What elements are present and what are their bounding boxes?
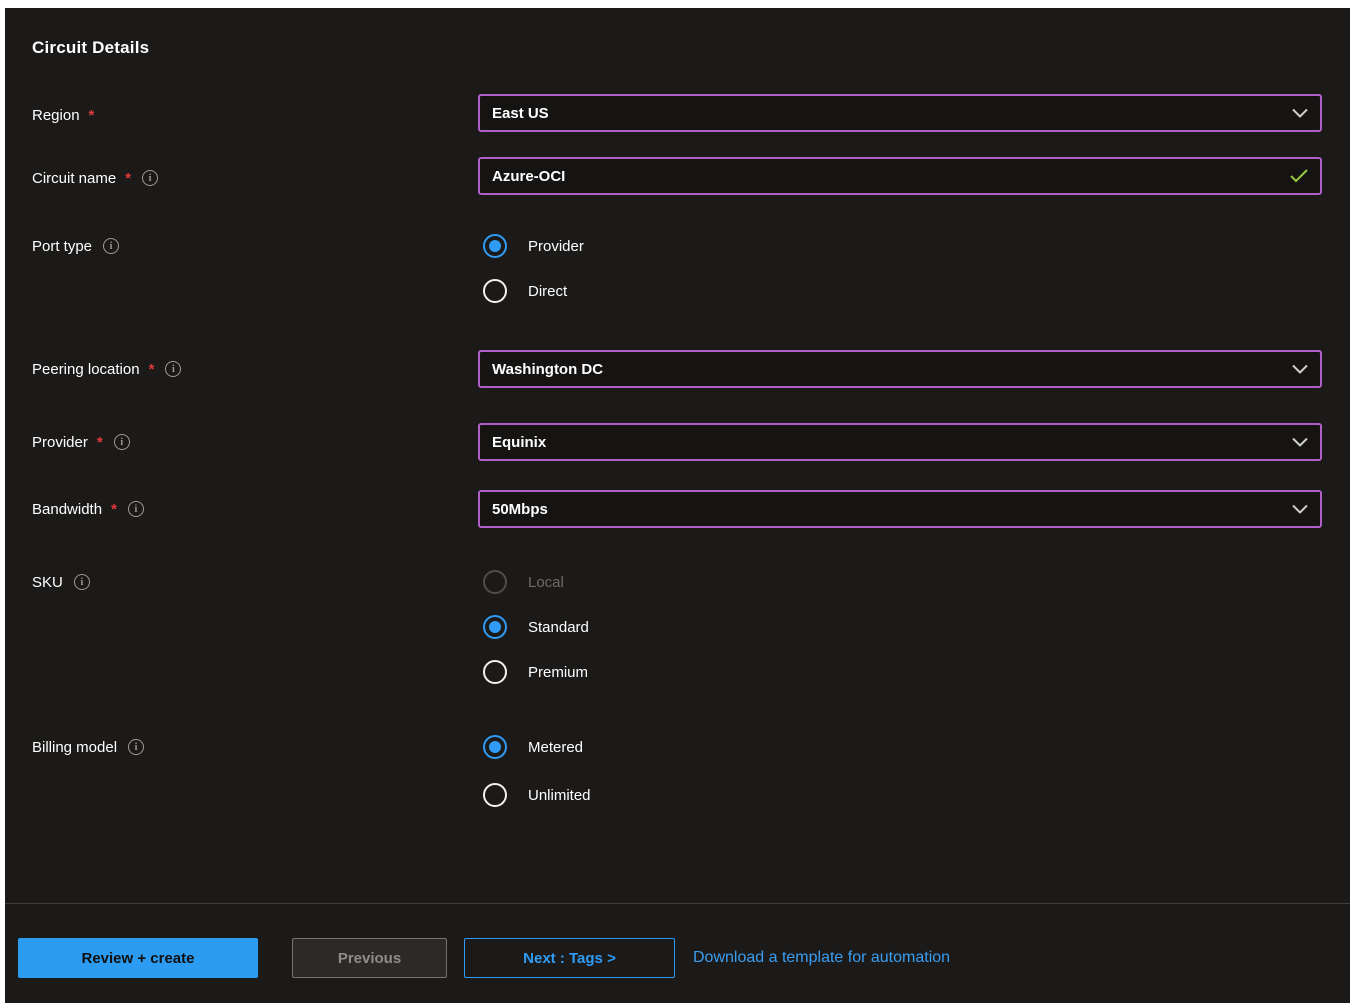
provider-dropdown[interactable]: Equinix <box>478 423 1322 461</box>
page: Circuit Details Region* East US Circuit … <box>0 0 1363 1003</box>
port-type-option-direct[interactable]: Direct <box>483 279 584 303</box>
section-title: Circuit Details <box>32 38 149 58</box>
previous-button[interactable]: Previous <box>292 938 447 978</box>
region-dropdown[interactable]: East US <box>478 94 1322 132</box>
chevron-down-icon <box>1292 505 1308 514</box>
chevron-down-icon <box>1292 438 1308 447</box>
port-type-radio-group: Provider Direct <box>483 234 584 324</box>
provider-value: Equinix <box>492 434 546 451</box>
required-asterisk: * <box>89 107 95 124</box>
footer-divider <box>5 903 1350 904</box>
chevron-down-icon <box>1292 365 1308 374</box>
radio-button-icon <box>483 279 507 303</box>
info-icon[interactable]: i <box>114 434 130 450</box>
review-create-button[interactable]: Review + create <box>18 938 258 978</box>
peering-location-value: Washington DC <box>492 361 603 378</box>
bandwidth-value: 50Mbps <box>492 501 548 518</box>
circuit-details-panel: Circuit Details Region* East US Circuit … <box>5 8 1350 1003</box>
valid-check-icon <box>1290 169 1308 183</box>
region-value: East US <box>492 105 549 122</box>
billing-model-label: Billing model i <box>32 737 144 757</box>
port-type-label: Port type i <box>32 236 119 256</box>
radio-button-icon <box>483 615 507 639</box>
port-type-option-provider[interactable]: Provider <box>483 234 584 258</box>
billing-model-option-unlimited[interactable]: Unlimited <box>483 783 591 807</box>
info-icon[interactable]: i <box>74 574 90 590</box>
region-label: Region* <box>32 105 94 125</box>
radio-button-icon <box>483 783 507 807</box>
required-asterisk: * <box>149 361 155 378</box>
circuit-name-input[interactable] <box>492 159 1280 193</box>
radio-button-icon <box>483 234 507 258</box>
circuit-name-label: Circuit name* i <box>32 168 158 188</box>
next-tags-button[interactable]: Next : Tags > <box>464 938 675 978</box>
info-icon[interactable]: i <box>103 238 119 254</box>
radio-button-icon <box>483 570 507 594</box>
sku-option-local[interactable]: Local <box>483 570 589 594</box>
billing-model-radio-group: Metered Unlimited <box>483 735 591 828</box>
sku-radio-group: Local Standard Premium <box>483 570 589 705</box>
info-icon[interactable]: i <box>165 361 181 377</box>
circuit-name-field <box>478 157 1322 195</box>
sku-label: SKU i <box>32 572 90 592</box>
radio-button-icon <box>483 735 507 759</box>
required-asterisk: * <box>111 501 117 518</box>
provider-label: Provider* i <box>32 432 130 452</box>
peering-location-dropdown[interactable]: Washington DC <box>478 350 1322 388</box>
required-asterisk: * <box>125 170 131 187</box>
sku-option-premium[interactable]: Premium <box>483 660 589 684</box>
required-asterisk: * <box>97 434 103 451</box>
bandwidth-label: Bandwidth* i <box>32 499 144 519</box>
peering-location-label: Peering location* i <box>32 359 181 379</box>
radio-button-icon <box>483 660 507 684</box>
chevron-down-icon <box>1292 109 1308 118</box>
info-icon[interactable]: i <box>128 739 144 755</box>
bandwidth-dropdown[interactable]: 50Mbps <box>478 490 1322 528</box>
billing-model-option-metered[interactable]: Metered <box>483 735 591 759</box>
info-icon[interactable]: i <box>128 501 144 517</box>
sku-option-standard[interactable]: Standard <box>483 615 589 639</box>
info-icon[interactable]: i <box>142 170 158 186</box>
download-template-link[interactable]: Download a template for automation <box>693 938 950 978</box>
